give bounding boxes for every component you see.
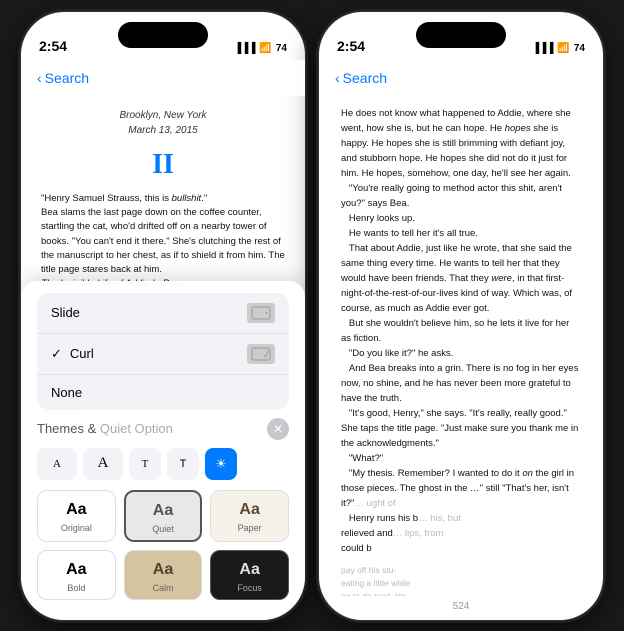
dynamic-island-right (416, 22, 506, 48)
slide-option-none[interactable]: None (37, 375, 289, 410)
back-button-left[interactable]: ‹ Search (37, 70, 89, 86)
time-right: 2:54 (337, 38, 365, 54)
slide-options: Slide ✓ Curl None (37, 293, 289, 410)
theme-calm[interactable]: Aa Calm (124, 550, 203, 600)
font-small-btn[interactable]: A (37, 448, 77, 480)
status-icons-left: ▐▐▐ 📶 74 (234, 43, 287, 54)
status-icons-right: ▐▐▐ 📶 74 (532, 43, 585, 54)
theme-paper[interactable]: Aa Paper (210, 490, 289, 542)
themes-header: Themes & Quiet Option ✕ (37, 418, 289, 440)
theme-bold[interactable]: Aa Bold (37, 550, 116, 600)
wifi-icon-r: 📶 (557, 43, 569, 54)
dynamic-island-left (118, 22, 208, 48)
nav-bar-left: ‹ Search (21, 60, 305, 96)
chapter-location: Brooklyn, New YorkMarch 13, 2015 (41, 108, 285, 139)
left-phone: 2:54 ▐▐▐ 📶 74 ‹ Search Brooklyn, New Yor… (20, 11, 306, 621)
font-serif-btn[interactable]: T (129, 448, 161, 480)
battery-icon: 74 (276, 43, 287, 54)
chevron-left-icon-r: ‹ (335, 70, 340, 86)
font-sans-btn[interactable]: T (167, 448, 199, 480)
battery-icon-r: 74 (574, 43, 585, 54)
time-left: 2:54 (39, 38, 67, 54)
theme-swatches: Aa Original Aa Quiet Aa Paper Aa Bold Aa (37, 490, 289, 600)
slide-option-slide[interactable]: Slide (37, 293, 289, 334)
signal-icon: ▐▐▐ (234, 43, 255, 54)
theme-focus[interactable]: Aa Focus (210, 550, 289, 600)
overlay-panel: Slide ✓ Curl None Themes (21, 281, 305, 620)
book-content-right: He does not know what happened to Addie,… (319, 96, 603, 596)
right-phone: 2:54 ▐▐▐ 📶 74 ‹ Search He does not know … (318, 11, 604, 621)
chevron-left-icon: ‹ (37, 70, 42, 86)
back-button-right[interactable]: ‹ Search (335, 70, 387, 86)
nav-bar-right: ‹ Search (319, 60, 603, 96)
chapter-number: II (41, 143, 285, 186)
close-button[interactable]: ✕ (267, 418, 289, 440)
theme-quiet[interactable]: Aa Quiet (124, 490, 203, 542)
font-controls: A A T T ☀ (37, 448, 289, 480)
theme-original[interactable]: Aa Original (37, 490, 116, 542)
signal-icon-r: ▐▐▐ (532, 43, 553, 54)
wifi-icon: 📶 (259, 43, 271, 54)
slide-option-curl[interactable]: ✓ Curl (37, 334, 289, 375)
brightness-btn[interactable]: ☀ (205, 448, 237, 480)
font-large-btn[interactable]: A (83, 448, 123, 480)
page-number: 524 (453, 601, 470, 612)
curl-icon (247, 344, 275, 364)
slide-icon (247, 303, 275, 323)
themes-title: Themes & Quiet Option (37, 421, 173, 436)
